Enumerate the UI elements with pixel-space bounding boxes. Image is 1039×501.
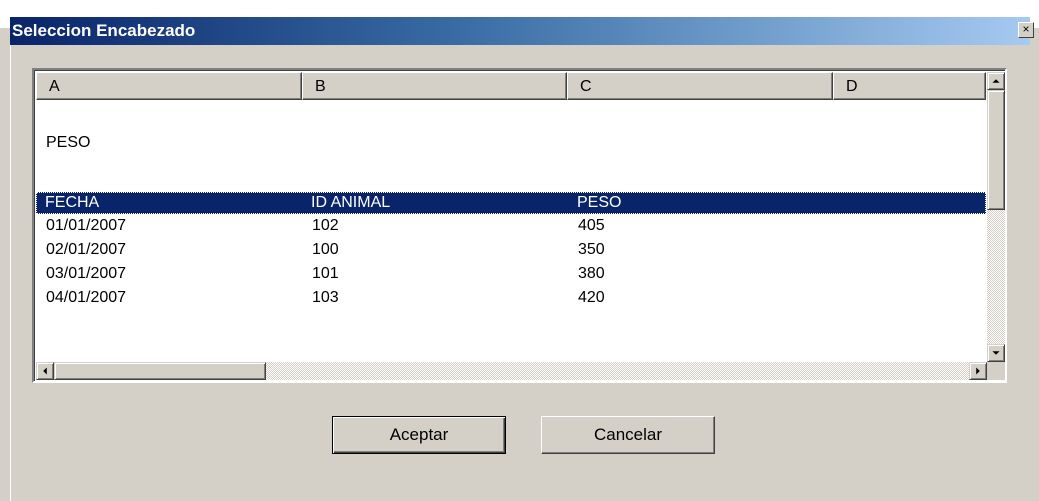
cell-c: 350 [578, 241, 605, 258]
vertical-scrollbar[interactable] [987, 72, 1005, 362]
cell-b: ID ANIMAL [311, 194, 391, 211]
arrow-left-icon [43, 367, 47, 375]
arrow-down-icon [992, 351, 1000, 355]
cell-a: 01/01/2007 [46, 217, 127, 234]
list-item[interactable] [36, 156, 986, 183]
column-header: A B C D [36, 72, 986, 102]
column-header-d[interactable]: D [833, 72, 986, 100]
scroll-up-button[interactable] [987, 72, 1005, 90]
cell-a: 02/01/2007 [46, 241, 127, 258]
list-item[interactable]: 03/01/2007 101 380 [36, 262, 986, 286]
list-item-selected[interactable]: FECHA ID ANIMAL PESO [36, 192, 986, 214]
accept-button[interactable]: Aceptar [332, 416, 506, 454]
cell-a: 04/01/2007 [46, 289, 127, 306]
list-item[interactable]: 01/01/2007 102 405 [36, 214, 986, 238]
list-item[interactable] [36, 102, 986, 129]
cancel-button[interactable]: Cancelar [541, 416, 715, 454]
horizontal-scroll-thumb[interactable] [54, 362, 266, 380]
close-icon: × [1022, 22, 1030, 36]
arrow-right-icon [976, 367, 980, 375]
cell-a: 03/01/2007 [46, 265, 127, 282]
vertical-scroll-thumb[interactable] [987, 90, 1005, 210]
list-item[interactable]: 02/01/2007 100 350 [36, 238, 986, 262]
title-bar: Seleccion Encabezado [0, 0, 1039, 45]
cell-c: 380 [578, 265, 605, 282]
list-item[interactable]: 04/01/2007 103 420 [36, 286, 986, 310]
scrollbar-corner [987, 362, 1005, 380]
column-header-b[interactable]: B [302, 72, 567, 100]
close-button[interactable]: × [1018, 22, 1034, 38]
scroll-down-button[interactable] [987, 344, 1005, 362]
cell-b: 102 [312, 217, 339, 234]
header-list-view[interactable]: A B C D PESO FECHA ID ANIMAL PESO 01/01/… [32, 68, 1007, 383]
cell-a: PESO [46, 134, 91, 151]
cell-b: 101 [312, 265, 339, 282]
arrow-up-icon [992, 79, 1000, 83]
cell-c: 405 [578, 217, 605, 234]
column-header-a[interactable]: A [36, 72, 302, 100]
scroll-left-button[interactable] [36, 362, 54, 380]
cell-a: FECHA [45, 194, 100, 211]
cell-c: 420 [578, 289, 605, 306]
cell-b: 100 [312, 241, 339, 258]
column-header-c[interactable]: C [567, 72, 833, 100]
list-item[interactable]: PESO [36, 129, 986, 156]
cell-b: 103 [312, 289, 339, 306]
cell-c: PESO [577, 194, 622, 211]
horizontal-scrollbar[interactable] [36, 362, 987, 380]
window-title: Seleccion Encabezado [12, 21, 196, 40]
scroll-right-button[interactable] [969, 362, 987, 380]
